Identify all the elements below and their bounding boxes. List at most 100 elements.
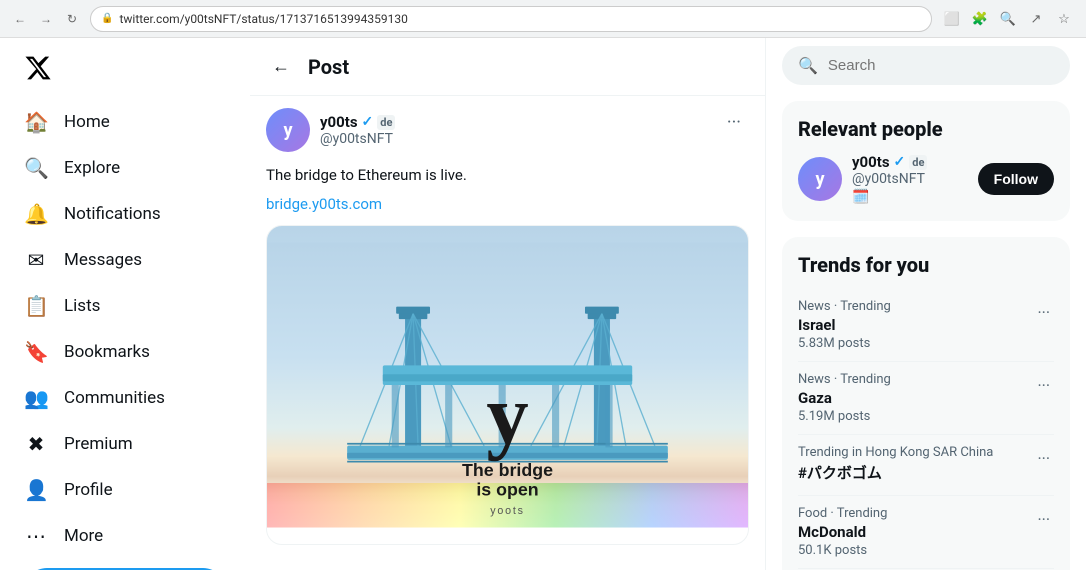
search-input[interactable] (828, 57, 1054, 74)
x-logo[interactable] (12, 46, 238, 94)
sidebar-label-more: More (64, 526, 103, 546)
sidebar-label-explore: Explore (64, 158, 120, 178)
back-nav-button[interactable]: ← (10, 9, 30, 29)
trend-category-israel: News · Trending (798, 299, 1033, 314)
main-content: ← Post y y00ts ✓ de @y00tsNFT ··· (250, 38, 766, 570)
trends-title: Trends for you (798, 253, 1054, 277)
communities-icon: 👥 (24, 386, 48, 410)
sidebar-item-home[interactable]: 🏠 Home (12, 100, 238, 144)
tweet-link[interactable]: bridge.y00ts.com (266, 195, 749, 213)
trend-name-israel: Israel (798, 316, 1033, 334)
tweet-more-button[interactable]: ··· (719, 108, 749, 137)
sidebar-label-bookmarks: Bookmarks (64, 342, 150, 362)
bookmarks-icon: 🔖 (24, 340, 48, 364)
trend-item-israel[interactable]: News · Trending Israel 5.83M posts ··· (798, 289, 1054, 362)
sidebar-item-bookmarks[interactable]: 🔖 Bookmarks (12, 330, 238, 374)
browser-chrome: ← → ↻ 🔒 twitter.com/y00tsNFT/status/1713… (0, 0, 1086, 38)
tweet-author-avatar[interactable]: y (266, 108, 310, 152)
sidebar-label-notifications: Notifications (64, 204, 161, 224)
svg-text:yoots: yoots (490, 505, 524, 517)
sidebar-label-communities: Communities (64, 388, 165, 408)
relevant-person-name: y00ts ✓ de (852, 153, 968, 171)
trend-name-mcdonald: McDonald (798, 523, 1033, 541)
de-badge: de (377, 115, 395, 130)
trend-info-gaza: News · Trending Gaza 5.19M posts (798, 372, 1033, 424)
search-icon: 🔍 (798, 56, 818, 75)
follow-button[interactable]: Follow (978, 163, 1054, 195)
tweet-image: y The bridge is open yoots (266, 225, 749, 545)
lists-icon: 📋 (24, 294, 48, 318)
trend-more-icon-israel[interactable]: ··· (1033, 299, 1054, 326)
trend-posts-israel: 5.83M posts (798, 336, 1033, 351)
sidebar-item-communities[interactable]: 👥 Communities (12, 376, 238, 420)
browser-actions: ⬜ 🧩 🔍 ↗ ☆ (940, 7, 1076, 31)
trend-name-gaza: Gaza (798, 389, 1033, 407)
sidebar-item-profile[interactable]: 👤 Profile (12, 468, 238, 512)
address-bar[interactable]: 🔒 twitter.com/y00tsNFT/status/1713716513… (90, 6, 932, 32)
sidebar-label-lists: Lists (64, 296, 100, 316)
trend-item-pakubogomu[interactable]: Trending in Hong Kong SAR China #パクボゴム ·… (798, 435, 1054, 496)
verified-badge-icon: ✓ (362, 114, 374, 130)
forward-nav-button[interactable]: → (36, 9, 56, 29)
share-button[interactable]: ↗ (1024, 7, 1048, 31)
svg-text:y: y (486, 368, 528, 461)
relevant-person: y y00ts ✓ de @y00tsNFT 🗓️ Follow (798, 153, 1054, 205)
more-icon: ⋯ (24, 524, 48, 548)
lock-icon: 🔒 (101, 13, 113, 24)
back-button[interactable]: ← (266, 50, 296, 83)
trend-item-mcdonald[interactable]: Food · Trending McDonald 50.1K posts ··· (798, 496, 1054, 569)
tweet-text: The bridge to Ethereum is live. (266, 164, 749, 187)
tweet-author-info: y y00ts ✓ de @y00tsNFT (266, 108, 395, 152)
sidebar-item-more[interactable]: ⋯ More (12, 514, 238, 558)
profile-icon: 👤 (24, 478, 48, 502)
app-container: 🏠 Home 🔍 Explore 🔔 Notifications ✉ Messa… (0, 38, 1086, 570)
relevant-de-badge: de (909, 155, 927, 170)
sidebar-item-notifications[interactable]: 🔔 Notifications (12, 192, 238, 236)
extensions-button[interactable]: 🧩 (968, 7, 992, 31)
sidebar-item-messages[interactable]: ✉ Messages (12, 238, 238, 282)
sidebar-item-explore[interactable]: 🔍 Explore (12, 146, 238, 190)
relevant-people-title: Relevant people (798, 117, 1054, 141)
sidebar-label-messages: Messages (64, 250, 142, 270)
trend-name-pakubogomu: #パクボゴム (798, 462, 1033, 483)
sidebar-item-lists[interactable]: 📋 Lists (12, 284, 238, 328)
browser-nav: ← → ↻ (10, 9, 82, 29)
cast-button[interactable]: ⬜ (940, 7, 964, 31)
bookmark-button[interactable]: ☆ (1052, 7, 1076, 31)
sidebar: 🏠 Home 🔍 Explore 🔔 Notifications ✉ Messa… (0, 38, 250, 570)
trend-more-icon-gaza[interactable]: ··· (1033, 372, 1054, 399)
trends-section: Trends for you News · Trending Israel 5.… (782, 237, 1070, 570)
sidebar-item-premium[interactable]: ✖ Premium (12, 422, 238, 466)
search-bar[interactable]: 🔍 (782, 46, 1070, 85)
author-name: y00ts ✓ de (320, 113, 395, 131)
right-sidebar: 🔍 Relevant people y y00ts ✓ de @y00tsNFT… (766, 38, 1086, 570)
trend-category-mcdonald: Food · Trending (798, 506, 1033, 521)
author-handle: @y00tsNFT (320, 131, 395, 147)
notifications-icon: 🔔 (24, 202, 48, 226)
svg-text:The bridge: The bridge (462, 459, 553, 479)
trend-info-pakubogomu: Trending in Hong Kong SAR China #パクボゴム (798, 445, 1033, 485)
relevant-verified-icon: ✓ (894, 154, 906, 170)
home-icon: 🏠 (24, 110, 48, 134)
sidebar-label-premium: Premium (64, 434, 133, 454)
trend-more-icon-pakubogomu[interactable]: ··· (1033, 445, 1054, 472)
tweet-container: y y00ts ✓ de @y00tsNFT ··· The bridge to… (250, 96, 765, 557)
explore-icon: 🔍 (24, 156, 48, 180)
trend-info-mcdonald: Food · Trending McDonald 50.1K posts (798, 506, 1033, 558)
reload-nav-button[interactable]: ↻ (62, 9, 82, 29)
zoom-button[interactable]: 🔍 (996, 7, 1020, 31)
trend-more-icon-mcdonald[interactable]: ··· (1033, 506, 1054, 533)
sidebar-label-profile: Profile (64, 480, 113, 500)
relevant-people-section: Relevant people y y00ts ✓ de @y00tsNFT 🗓… (782, 101, 1070, 221)
trend-category-pakubogomu: Trending in Hong Kong SAR China (798, 445, 1033, 460)
messages-icon: ✉ (24, 248, 48, 272)
relevant-person-avatar[interactable]: y (798, 157, 842, 201)
tweet-author-row: y y00ts ✓ de @y00tsNFT ··· (266, 108, 749, 152)
trend-item-gaza[interactable]: News · Trending Gaza 5.19M posts ··· (798, 362, 1054, 435)
sidebar-label-home: Home (64, 112, 110, 132)
svg-text:is open: is open (476, 479, 538, 499)
post-header: ← Post (250, 38, 765, 96)
relevant-person-info: y00ts ✓ de @y00tsNFT 🗓️ (852, 153, 968, 205)
trend-info-israel: News · Trending Israel 5.83M posts (798, 299, 1033, 351)
trend-category-gaza: News · Trending (798, 372, 1033, 387)
